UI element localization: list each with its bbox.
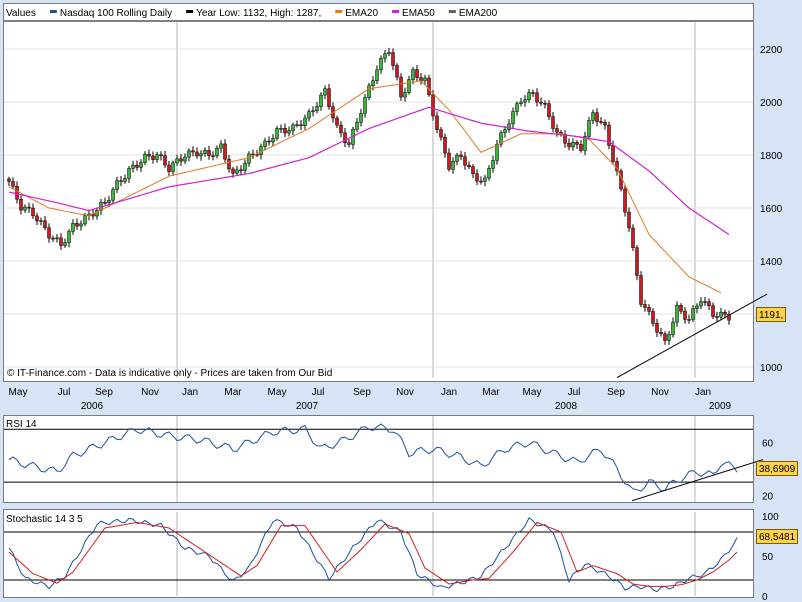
stochastic-last-value-badge: 68,5481 <box>756 529 799 544</box>
rsi-last-value-badge: 38,6909 <box>756 461 799 476</box>
indicator-charts: 204060RSI 14050100Stochastic 14 3 5 <box>4 416 779 602</box>
price-last-value-badge: 1191, <box>756 307 787 322</box>
rsi-line <box>8 423 738 492</box>
stochastic-tick-label: 100 <box>762 512 779 523</box>
stochastic-title: Stochastic 14 3 5 <box>6 514 83 525</box>
stochastic-tick-label: 50 <box>762 552 774 563</box>
rsi-tick-label: 60 <box>762 438 774 449</box>
rsi-tick-label: 20 <box>762 491 774 502</box>
rsi-title: RSI 14 <box>6 419 37 430</box>
stochastic-tick-label: 0 <box>762 592 768 602</box>
